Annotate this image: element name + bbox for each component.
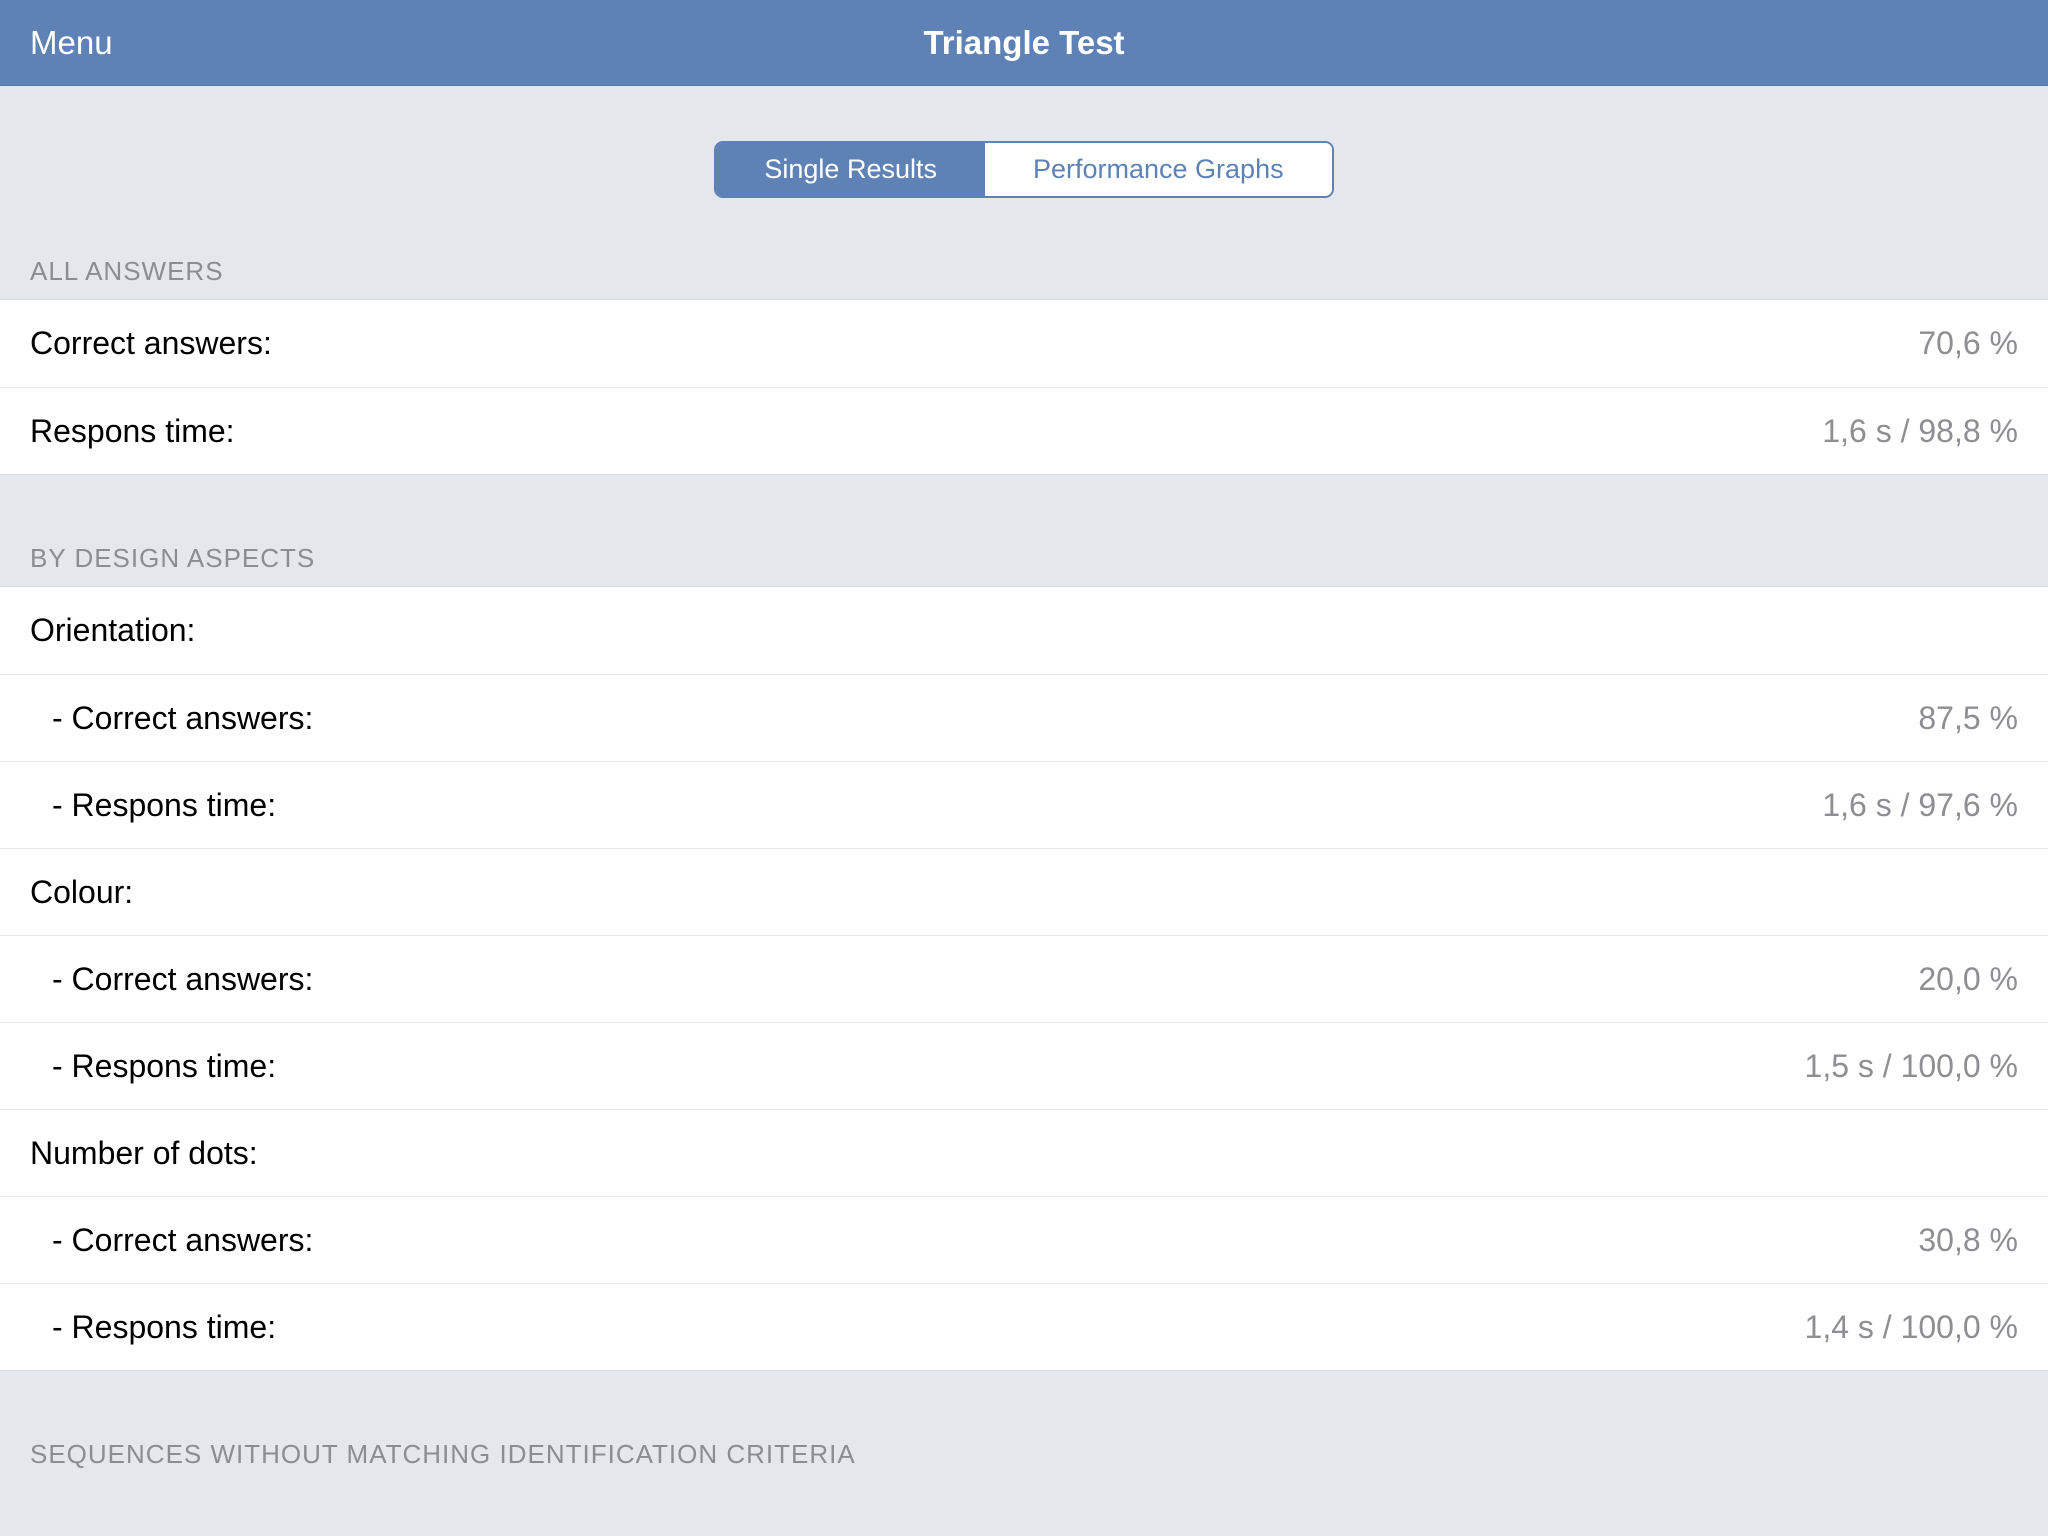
row-respons-time: Respons time: 1,6 s / 98,8 % bbox=[0, 387, 2048, 474]
menu-button[interactable]: Menu bbox=[30, 24, 113, 62]
value-dots-correct: 30,8 % bbox=[1918, 1222, 2018, 1259]
value-respons-time: 1,6 s / 98,8 % bbox=[1822, 413, 2018, 450]
label-dots-correct: - Correct answers: bbox=[30, 1222, 313, 1259]
row-dots-correct: - Correct answers: 30,8 % bbox=[0, 1196, 2048, 1283]
segmented-area: Single Results Performance Graphs bbox=[0, 86, 2048, 256]
value-colour-correct: 20,0 % bbox=[1918, 961, 2018, 998]
value-colour-respons: 1,5 s / 100,0 % bbox=[1805, 1048, 2018, 1085]
label-correct-answers: Correct answers: bbox=[30, 325, 272, 362]
label-dots-respons: - Respons time: bbox=[30, 1309, 276, 1346]
page-title: Triangle Test bbox=[923, 24, 1124, 62]
label-orientation: Orientation: bbox=[30, 612, 195, 649]
label-colour-respons: - Respons time: bbox=[30, 1048, 276, 1085]
tab-single-results[interactable]: Single Results bbox=[716, 143, 985, 196]
label-dots: Number of dots: bbox=[30, 1135, 258, 1172]
tab-performance-graphs[interactable]: Performance Graphs bbox=[985, 143, 1332, 196]
section-header-by-design: BY DESIGN ASPECTS bbox=[0, 543, 2048, 586]
value-correct-answers: 70,6 % bbox=[1918, 325, 2018, 362]
section-header-sequences: SEQUENCES WITHOUT MATCHING IDENTIFICATIO… bbox=[0, 1439, 2048, 1482]
label-colour-correct: - Correct answers: bbox=[30, 961, 313, 998]
list-all-answers: Correct answers: 70,6 % Respons time: 1,… bbox=[0, 299, 2048, 475]
value-dots-respons: 1,4 s / 100,0 % bbox=[1805, 1309, 2018, 1346]
row-correct-answers: Correct answers: 70,6 % bbox=[0, 300, 2048, 387]
row-colour-title: Colour: bbox=[0, 848, 2048, 935]
row-orientation-respons: - Respons time: 1,6 s / 97,6 % bbox=[0, 761, 2048, 848]
row-orientation-title: Orientation: bbox=[0, 587, 2048, 674]
list-by-design: Orientation: - Correct answers: 87,5 % -… bbox=[0, 586, 2048, 1371]
navbar: Menu Triangle Test bbox=[0, 0, 2048, 86]
label-orientation-respons: - Respons time: bbox=[30, 787, 276, 824]
segmented-control: Single Results Performance Graphs bbox=[714, 141, 1333, 198]
value-orientation-correct: 87,5 % bbox=[1918, 700, 2018, 737]
row-colour-correct: - Correct answers: 20,0 % bbox=[0, 935, 2048, 1022]
label-colour: Colour: bbox=[30, 874, 133, 911]
section-header-all-answers: ALL ANSWERS bbox=[0, 256, 2048, 299]
row-dots-title: Number of dots: bbox=[0, 1109, 2048, 1196]
label-orientation-correct: - Correct answers: bbox=[30, 700, 313, 737]
row-orientation-correct: - Correct answers: 87,5 % bbox=[0, 674, 2048, 761]
value-orientation-respons: 1,6 s / 97,6 % bbox=[1822, 787, 2018, 824]
row-dots-respons: - Respons time: 1,4 s / 100,0 % bbox=[0, 1283, 2048, 1370]
label-respons-time: Respons time: bbox=[30, 413, 235, 450]
row-colour-respons: - Respons time: 1,5 s / 100,0 % bbox=[0, 1022, 2048, 1109]
